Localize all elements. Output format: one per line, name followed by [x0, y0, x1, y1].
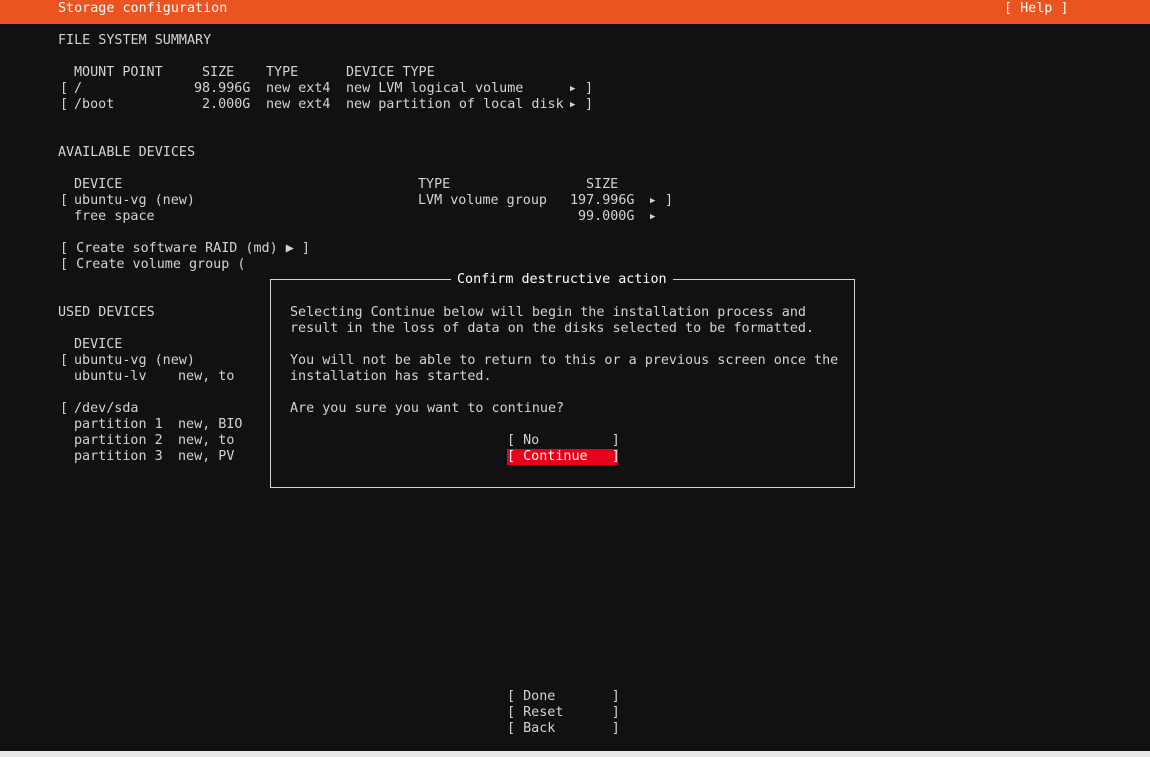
- row-type: new ext4: [266, 97, 331, 112]
- row-info: new, PV: [178, 449, 235, 464]
- row-device: ubuntu-lv: [74, 369, 147, 384]
- dialog-text-line: You will not be able to return to this o…: [290, 353, 839, 368]
- col-size: SIZE: [202, 65, 235, 80]
- row-device: ubuntu-vg (new): [74, 193, 195, 208]
- create-raid-button[interactable]: [ Create software RAID (md) ▶ ]: [60, 241, 310, 257]
- row-mount: /: [74, 81, 83, 96]
- available-heading: AVAILABLE DEVICES: [58, 145, 196, 160]
- done-button[interactable]: [ Done ]: [507, 689, 620, 705]
- used-heading: USED DEVICES: [58, 305, 155, 320]
- col-size: SIZE: [586, 177, 619, 192]
- help-button[interactable]: [ Help ]: [1004, 1, 1069, 17]
- row-device: partition 2: [74, 433, 163, 448]
- col-mount-point: MOUNT POINT: [74, 65, 163, 80]
- no-button[interactable]: [ No ]: [507, 433, 620, 449]
- row-bracket-close: ]: [665, 193, 674, 208]
- col-device-type: DEVICE TYPE: [346, 65, 435, 80]
- row-device: ubuntu-vg (new): [74, 353, 195, 368]
- row-size: 98.996G: [194, 81, 251, 96]
- window-bottom-edge: [0, 751, 1150, 757]
- dialog-text-line: installation has started.: [290, 369, 492, 384]
- row-mount: /boot: [74, 97, 115, 112]
- row-bracket-close: ]: [585, 97, 594, 112]
- create-volume-group-button[interactable]: [ Create volume group (: [60, 257, 245, 273]
- dialog-text-line: result in the loss of data on the disks …: [290, 321, 815, 336]
- col-type: TYPE: [418, 177, 451, 192]
- row-device-type: new partition of local disk: [346, 97, 564, 112]
- row-device: partition 3: [74, 449, 163, 464]
- fs-summary-heading: FILE SYSTEM SUMMARY: [58, 33, 212, 48]
- col-device: DEVICE: [74, 177, 123, 192]
- back-button[interactable]: [ Back ]: [507, 721, 620, 737]
- page-title: Storage configuration: [58, 1, 228, 16]
- row-info: new, to: [178, 433, 235, 448]
- row-info: new, to: [178, 369, 235, 384]
- header-bar: Storage configuration [ Help ]: [0, 0, 1150, 24]
- confirm-dialog: Confirm destructive action Selecting Con…: [270, 272, 855, 488]
- col-device: DEVICE: [74, 337, 123, 352]
- dialog-title: Confirm destructive action: [451, 272, 673, 288]
- arrow-right-icon[interactable]: ▶: [570, 97, 575, 113]
- row-bracket: [: [60, 353, 69, 368]
- col-type: TYPE: [266, 65, 299, 80]
- arrow-right-icon[interactable]: ▶: [650, 193, 655, 209]
- row-bracket-close: ]: [585, 81, 594, 96]
- row-bracket: [: [60, 401, 69, 416]
- row-type: new ext4: [266, 81, 331, 96]
- row-bracket-open: [: [60, 97, 69, 112]
- row-bracket-open: [: [60, 81, 69, 96]
- row-info: new, BIO: [178, 417, 243, 432]
- row-size: 2.000G: [202, 97, 251, 112]
- continue-button[interactable]: [ Continue ]: [507, 449, 620, 465]
- reset-button[interactable]: [ Reset ]: [507, 705, 620, 721]
- arrow-right-icon[interactable]: ▶: [650, 209, 655, 225]
- row-device: partition 1: [74, 417, 163, 432]
- dialog-text-line: Selecting Continue below will begin the …: [290, 305, 806, 320]
- dialog-question: Are you sure you want to continue?: [290, 401, 565, 416]
- row-bracket-open: [: [60, 193, 69, 208]
- row-device: free space: [74, 209, 155, 224]
- arrow-right-icon[interactable]: ▶: [570, 81, 575, 97]
- row-size: 99.000G: [578, 209, 635, 224]
- row-device: /dev/sda: [74, 401, 139, 416]
- row-size: 197.996G: [570, 193, 635, 208]
- row-device-type: new LVM logical volume: [346, 81, 524, 96]
- row-type: LVM volume group: [418, 193, 547, 208]
